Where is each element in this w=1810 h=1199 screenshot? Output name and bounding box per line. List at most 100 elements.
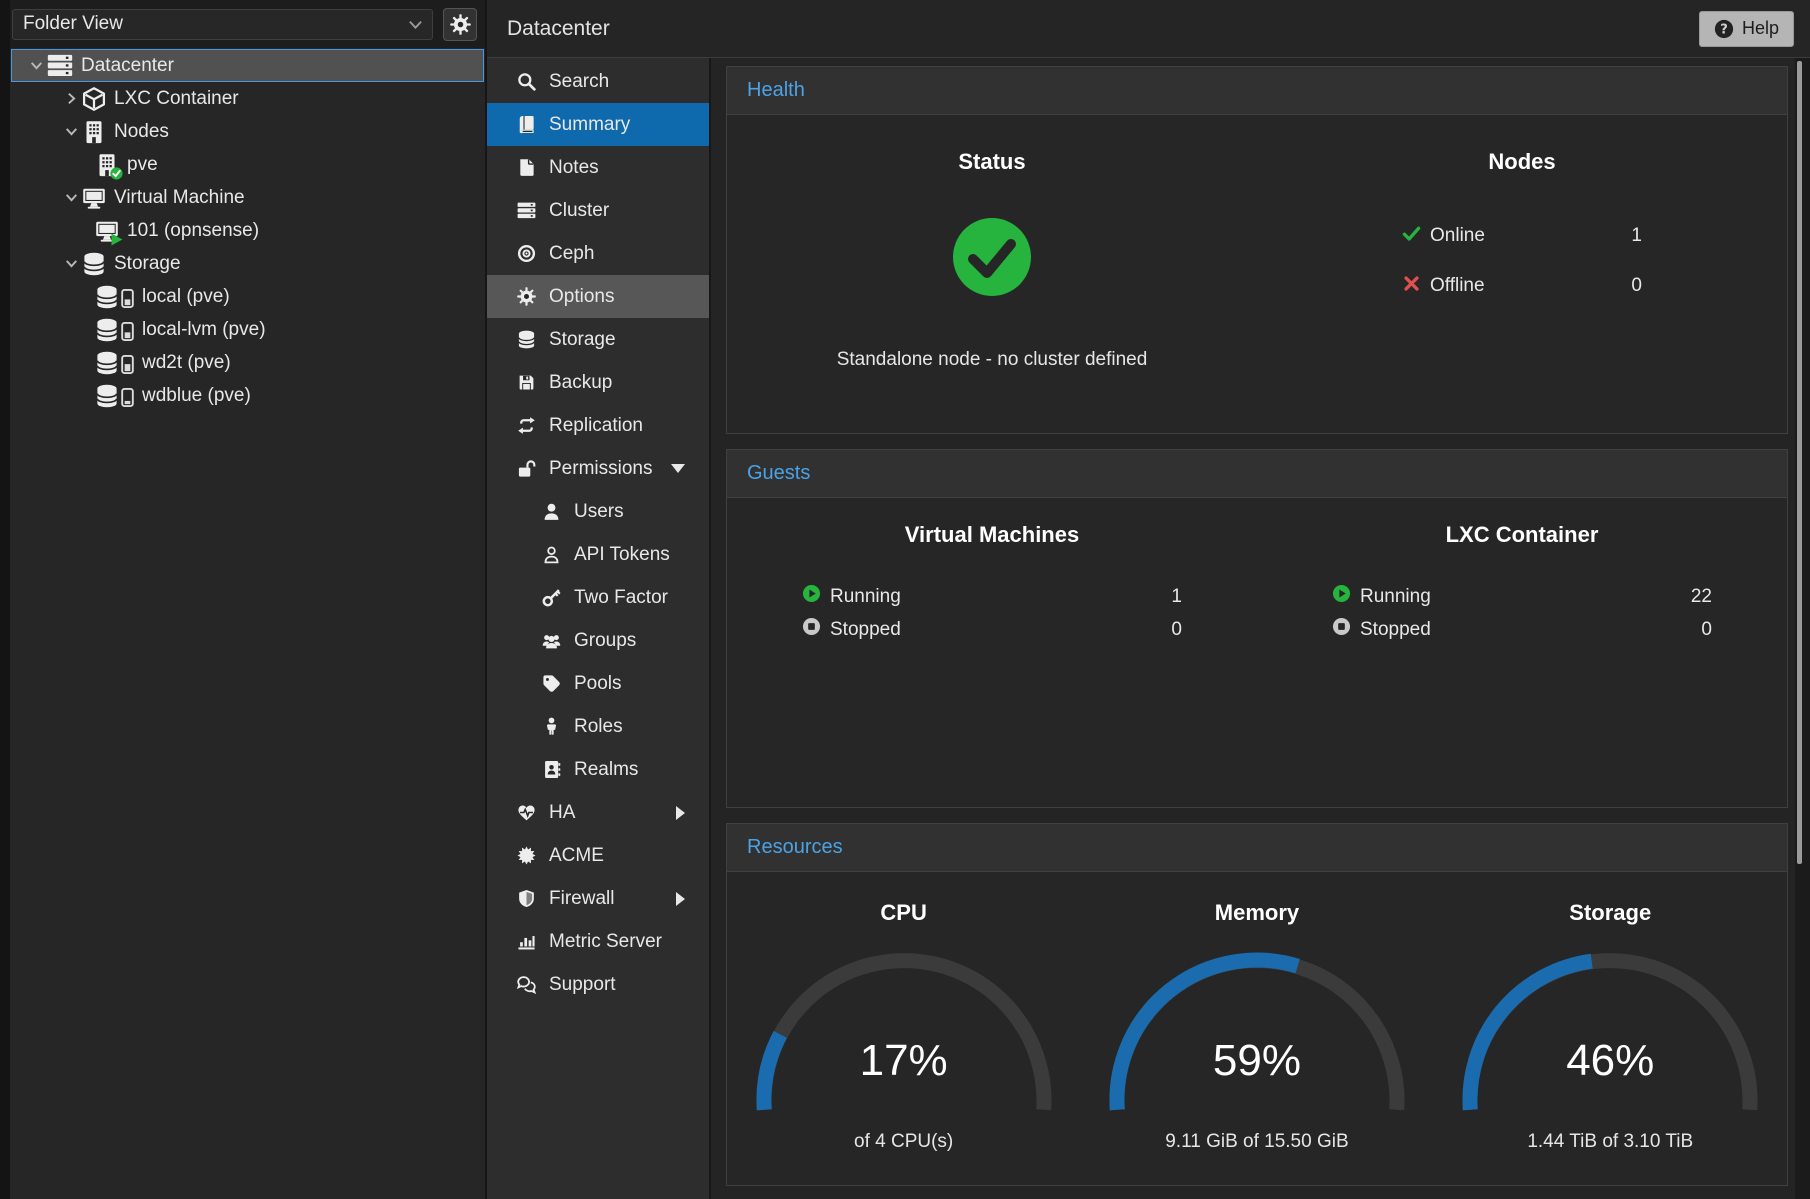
help-button[interactable]: ? Help [1699, 11, 1794, 47]
play-circle-icon [1332, 584, 1351, 609]
cube-icon [82, 87, 106, 111]
gauge-detail: 9.11 GiB of 15.50 GiB [1080, 1131, 1433, 1153]
svg-text:?: ? [1720, 22, 1728, 37]
gauge-detail: 1.44 TiB of 3.10 TiB [1434, 1131, 1787, 1153]
tree-item-wd2t-pve[interactable]: wd2t (pve) [11, 346, 484, 379]
nav-item-groups[interactable]: Groups [487, 619, 709, 662]
caret-right-icon[interactable] [60, 91, 82, 107]
nav-item-ha[interactable]: HA [487, 791, 709, 834]
building-icon [82, 120, 106, 144]
status-online-badge-icon [110, 167, 123, 180]
status-heading: Status [727, 149, 1257, 175]
gauge-heading: CPU [727, 900, 1080, 926]
tree-item-nodes[interactable]: Nodes [11, 115, 484, 148]
nav-item-pools[interactable]: Pools [487, 662, 709, 705]
row-label: Stopped [830, 619, 901, 641]
nav-item-label: Permissions [549, 458, 652, 480]
nav-item-support[interactable]: Support [487, 963, 709, 1006]
burst-icon [515, 846, 537, 865]
status-running-badge-icon [111, 233, 123, 246]
caret-down-icon[interactable] [60, 124, 82, 140]
view-mode-select[interactable]: Folder View [12, 9, 433, 40]
tree-item-label: LXC Container [114, 88, 239, 110]
tree-item-label: pve [127, 154, 158, 176]
storage-gauge-section: Storage 46%1.44 TiB of 3.10 TiB [1434, 872, 1787, 1185]
tree-item-datacenter[interactable]: Datacenter [11, 49, 484, 82]
cross-icon [1402, 274, 1421, 299]
nav-item-cluster[interactable]: Cluster [487, 189, 709, 232]
nav-item-storage[interactable]: Storage [487, 318, 709, 361]
storage-usage-icon [121, 321, 134, 342]
user-outline-icon [540, 545, 562, 564]
vertical-scrollbar[interactable] [1795, 58, 1810, 1199]
tree-item-storage[interactable]: Storage [11, 247, 484, 280]
nav-item-ceph[interactable]: Ceph [487, 232, 709, 275]
lxc-container-section: LXC ContainerRunning22Stopped0 [1257, 498, 1787, 807]
expand-arrow-right-icon[interactable] [676, 806, 685, 820]
monitor-icon [95, 219, 119, 243]
address-book-icon [540, 760, 562, 779]
nav-item-options[interactable]: Options [487, 275, 709, 318]
tree-item-label: local-lvm (pve) [142, 319, 266, 341]
nav-item-label: Storage [549, 329, 616, 351]
nav-item-notes[interactable]: Notes [487, 146, 709, 189]
tree-item-lxc-container[interactable]: LXC Container [11, 82, 484, 115]
tree-settings-button[interactable] [443, 8, 477, 41]
memory-gauge: 59% [1102, 950, 1412, 1127]
tree-item-wdblue-pve[interactable]: wdblue (pve) [11, 379, 484, 412]
storage-usage-icon [121, 387, 134, 408]
nav-item-label: Backup [549, 372, 612, 394]
floppy-icon [515, 373, 537, 392]
nav-item-label: Pools [574, 673, 622, 695]
row-value: 0 [1631, 275, 1642, 297]
nav-item-api-tokens[interactable]: API Tokens [487, 533, 709, 576]
tree-item-101-opnsense[interactable]: 101 (opnsense) [11, 214, 484, 247]
gear-icon [515, 287, 537, 306]
datacenter-nav: SearchSummaryNotesClusterCeph Options Stor… [487, 58, 711, 1199]
caret-down-icon[interactable] [25, 58, 47, 74]
database-icon [95, 318, 134, 342]
nav-item-search[interactable]: Search [487, 60, 709, 103]
nav-item-users[interactable]: Users [487, 490, 709, 533]
tree-item-label: wdblue (pve) [142, 385, 251, 407]
database-icon [95, 384, 134, 408]
running-row: Running22 [1332, 580, 1712, 613]
caret-down-icon[interactable] [60, 256, 82, 272]
resources-panel: Resources CPU 17%of 4 CPU(s)Memory 59%9.… [726, 823, 1788, 1186]
help-button-label: Help [1742, 18, 1779, 39]
gauge-heading: Memory [1080, 900, 1433, 926]
nav-item-metric-server[interactable]: Metric Server [487, 920, 709, 963]
nav-item-acme[interactable]: ACME [487, 834, 709, 877]
nav-item-label: Roles [574, 716, 623, 738]
expand-arrow-right-icon[interactable] [676, 892, 685, 906]
nav-item-replication[interactable]: Replication [487, 404, 709, 447]
guests-group-heading: Virtual Machines [727, 522, 1257, 548]
tree-item-label: Datacenter [81, 55, 174, 77]
row-value: 22 [1691, 586, 1712, 608]
tree-item-virtual-machine[interactable]: Virtual Machine [11, 181, 484, 214]
tree-item-local-lvm-pve[interactable]: local-lvm (pve) [11, 313, 484, 346]
nav-item-roles[interactable]: Roles [487, 705, 709, 748]
virtual-machines-section: Virtual Machines Running1Stopped0 [727, 498, 1257, 807]
gear-icon [450, 14, 471, 35]
nav-item-firewall[interactable]: Firewall [487, 877, 709, 920]
expand-arrow-down-icon[interactable] [671, 464, 685, 473]
nav-item-realms[interactable]: Realms [487, 748, 709, 791]
nav-item-label: Firewall [549, 888, 614, 910]
nav-item-two-factor[interactable]: Two Factor [487, 576, 709, 619]
storage-usage-icon [121, 354, 134, 375]
play-circle-icon [802, 584, 821, 609]
nav-item-permissions[interactable]: Permissions [487, 447, 709, 490]
view-mode-value: Folder View [23, 13, 408, 35]
tree-item-local-pve[interactable]: local (pve) [11, 280, 484, 313]
row-value: 1 [1631, 225, 1642, 247]
nav-item-summary[interactable]: Summary [487, 103, 709, 146]
tree-item-pve[interactable]: pve [11, 148, 484, 181]
nav-item-label: Options [549, 286, 614, 308]
caret-down-icon[interactable] [60, 190, 82, 206]
guest-status-table: Running1Stopped0 [802, 580, 1182, 646]
scrollbar-thumb[interactable] [1797, 61, 1802, 864]
nav-item-label: Two Factor [574, 587, 668, 609]
nav-item-backup[interactable]: Backup [487, 361, 709, 404]
resource-tree: Datacenter LXC Container Nodes pve Virtual M… [10, 48, 485, 1199]
